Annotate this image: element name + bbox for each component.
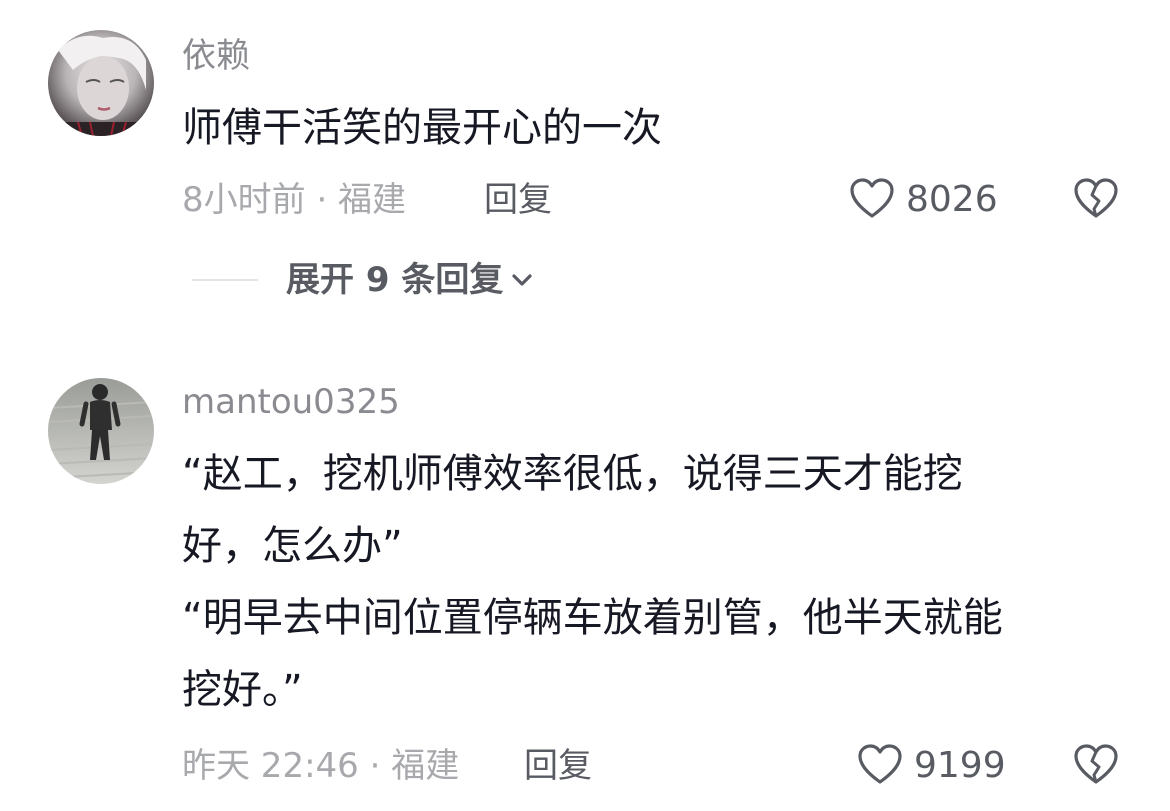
like-count: 8026 bbox=[906, 179, 998, 220]
like-button[interactable]: 8026 bbox=[848, 176, 998, 224]
comment-text: 师傅干活笑的最开心的一次 bbox=[182, 92, 662, 164]
reply-button[interactable]: 回复 bbox=[484, 180, 552, 220]
reply-button[interactable]: 回复 bbox=[524, 746, 592, 786]
broken-heart-icon bbox=[1072, 744, 1120, 790]
comment-line: “赵工，挖机师傅效率很低，说得三天才能挖 bbox=[182, 451, 963, 497]
username[interactable]: mantou0325 bbox=[182, 382, 400, 422]
comment-line: “明早去中间位置停辆车放着别管，他半天就能 bbox=[182, 595, 1003, 641]
dislike-button[interactable] bbox=[1072, 742, 1122, 790]
heart-outline-icon bbox=[848, 176, 896, 224]
dislike-button[interactable] bbox=[1072, 176, 1122, 224]
expand-divider bbox=[192, 279, 258, 281]
heart-outline-icon bbox=[856, 742, 904, 790]
like-button[interactable]: 9199 bbox=[856, 742, 1006, 790]
broken-heart-icon bbox=[1072, 178, 1120, 224]
like-count: 9199 bbox=[914, 745, 1006, 786]
comment-line: 师傅干活笑的最开心的一次 bbox=[182, 105, 662, 151]
username[interactable]: 依赖 bbox=[182, 36, 250, 76]
comment-text: “赵工，挖机师傅效率很低，说得三天才能挖 好，怎么办” “明早去中间位置停辆车放… bbox=[182, 438, 1003, 726]
comment-line: 挖好。” bbox=[182, 667, 303, 713]
expand-replies-button[interactable]: 展开 9 条回复 bbox=[192, 260, 535, 300]
comment-item: 依赖 师傅干活笑的最开心的一次 8小时前 · 福建 回复 8026 展开 9 条… bbox=[0, 0, 1170, 320]
expand-replies-label: 展开 9 条回复 bbox=[286, 260, 504, 300]
comment-line: 好，怎么办” bbox=[182, 523, 403, 569]
avatar[interactable] bbox=[48, 30, 154, 136]
comment-item: mantou0325 “赵工，挖机师傅效率很低，说得三天才能挖 好，怎么办” “… bbox=[0, 320, 1170, 811]
avatar[interactable] bbox=[48, 378, 154, 484]
chevron-down-icon bbox=[503, 270, 535, 290]
comment-meta: 8小时前 · 福建 bbox=[182, 180, 407, 220]
comment-meta: 昨天 22:46 · 福建 bbox=[182, 746, 460, 786]
